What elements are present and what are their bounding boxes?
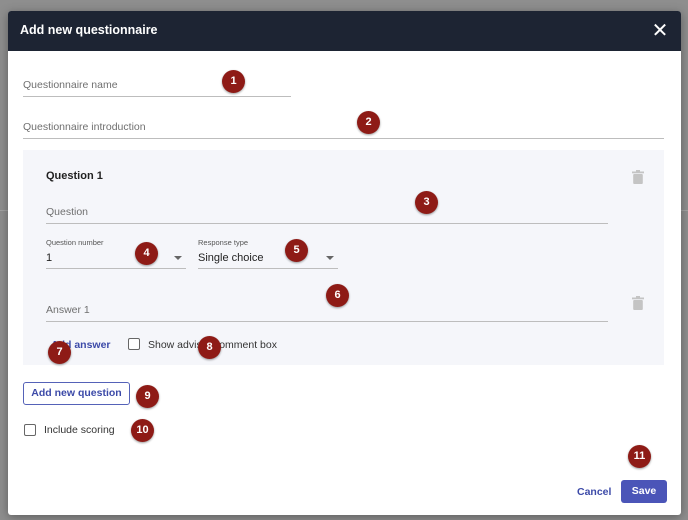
annotation-badge-2: 2	[357, 111, 380, 134]
question-title: Question 1	[46, 170, 103, 182]
question-number-select[interactable]: Question number 1	[46, 238, 186, 269]
include-scoring-label: Include scoring	[44, 424, 115, 436]
annotation-badge-3: 3	[415, 191, 438, 214]
annotation-badge-7: 7	[48, 341, 71, 364]
response-type-value: Single choice	[198, 252, 264, 264]
question-placeholder: Question	[46, 206, 89, 218]
questionnaire-dialog: Add new questionnaire ✕ Questionnaire na…	[8, 11, 681, 515]
delete-answer-trash-icon[interactable]	[632, 296, 644, 310]
adviser-comment-checkbox[interactable]	[128, 338, 140, 350]
include-scoring-checkbox[interactable]	[24, 424, 36, 436]
chevron-down-icon	[326, 256, 334, 260]
add-new-question-button[interactable]: Add new question	[23, 382, 130, 405]
annotation-badge-6: 6	[326, 284, 349, 307]
dialog-title: Add new questionnaire	[20, 23, 158, 37]
question-number-label: Question number	[46, 238, 104, 247]
response-type-select[interactable]: Response type Single choice	[198, 238, 338, 269]
annotation-badge-4: 4	[135, 242, 158, 265]
chevron-down-icon	[174, 256, 182, 260]
annotation-badge-8: 8	[198, 336, 221, 359]
annotation-badge-5: 5	[285, 239, 308, 262]
questionnaire-introduction-placeholder: Questionnaire introduction	[23, 121, 146, 133]
annotation-badge-9: 9	[136, 385, 159, 408]
question-input[interactable]: Question	[46, 204, 608, 224]
delete-question-trash-icon[interactable]	[632, 170, 644, 184]
annotation-badge-1: 1	[222, 70, 245, 93]
annotation-badge-11: 11	[628, 445, 651, 468]
question-card: Question 1 Question Question number 1 Re…	[23, 150, 664, 365]
response-type-label: Response type	[198, 238, 249, 247]
annotation-badge-10: 10	[131, 419, 154, 442]
questionnaire-name-placeholder: Questionnaire name	[23, 79, 118, 91]
answer-1-placeholder: Answer 1	[46, 304, 90, 316]
cancel-button[interactable]: Cancel	[577, 486, 611, 498]
close-icon[interactable]: ✕	[649, 20, 671, 42]
save-button[interactable]: Save	[621, 480, 667, 503]
questionnaire-introduction-input[interactable]: Questionnaire introduction	[23, 119, 664, 139]
question-number-value: 1	[46, 252, 53, 264]
questionnaire-name-input[interactable]: Questionnaire name	[23, 77, 291, 97]
dialog-header: Add new questionnaire ✕	[8, 11, 681, 51]
answer-1-input[interactable]: Answer 1	[46, 302, 608, 322]
